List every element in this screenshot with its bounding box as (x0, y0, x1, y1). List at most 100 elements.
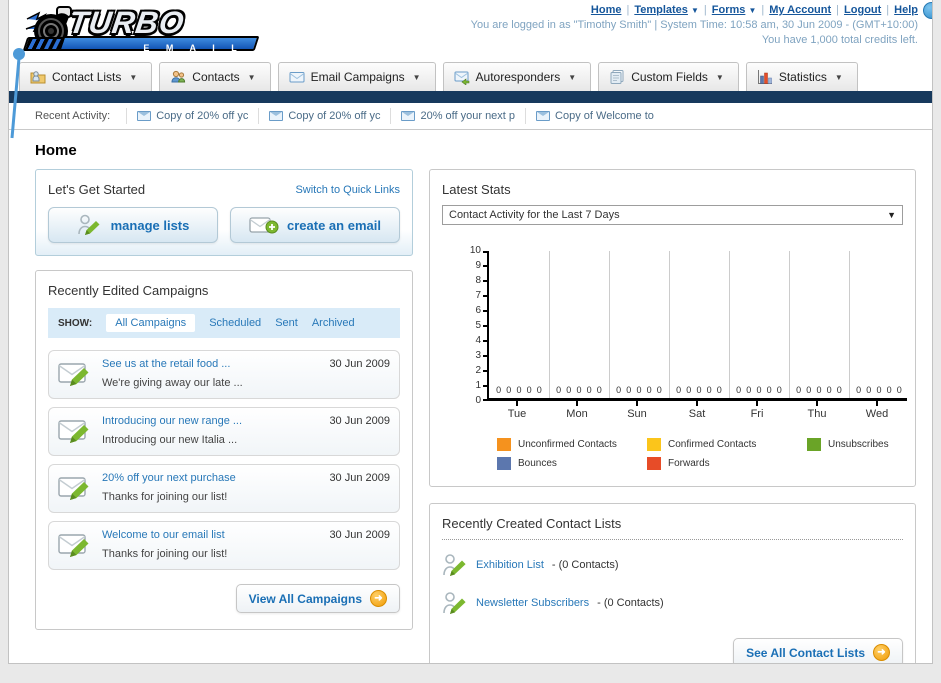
envelope-pencil-icon (58, 420, 89, 443)
tab-label: Contact Lists (52, 70, 122, 84)
x-axis-day-label: Mon (566, 408, 588, 420)
go-arrow-icon: ➜ (370, 590, 387, 607)
legend-item: Bounces (497, 457, 647, 470)
navy-divider-bar (9, 91, 932, 103)
logo-needle-icon (10, 48, 25, 139)
nav-link-help[interactable]: Help (894, 4, 918, 16)
stats-period-dropdown[interactable]: Contact Activity for the Last 7 Days ▼ (442, 205, 903, 225)
see-all-contact-lists-button[interactable]: See All Contact Lists ➜ (733, 638, 903, 663)
create-email-button[interactable]: create an email (230, 207, 400, 243)
campaign-date: 30 Jun 2009 (329, 358, 390, 370)
chart-day-value-group: 00000 (611, 385, 667, 395)
y-axis-tick-mark (483, 265, 487, 267)
page-title: Home (35, 142, 77, 159)
y-axis-tick-label: 8 (475, 275, 481, 286)
main-content: Home Let's Get Started Switch to Quick L… (9, 130, 932, 663)
chart-value-label: 0 (526, 385, 532, 395)
chart-value-label: 0 (856, 385, 862, 395)
recent-activity-item[interactable]: Copy of 20% off yc (126, 108, 258, 124)
email-envelope-icon (289, 72, 305, 83)
chart-value-label: 0 (736, 385, 742, 395)
chart-day-value-group: 00000 (671, 385, 727, 395)
tab-custom-fields[interactable]: Custom Fields ▼ (598, 62, 739, 91)
y-axis-tick-label: 10 (469, 245, 481, 256)
y-axis-tick-label: 6 (475, 305, 481, 316)
manage-lists-button[interactable]: manage lists (48, 207, 218, 243)
campaign-title-link[interactable]: Welcome to our email list (102, 529, 321, 541)
tab-statistics[interactable]: Statistics ▼ (745, 62, 858, 91)
filter-scheduled[interactable]: Scheduled (209, 317, 261, 329)
recent-activity-label: Recent Activity: (35, 110, 111, 122)
tab-autoresponders[interactable]: Autoresponders ▼ (442, 62, 592, 91)
campaign-title-link[interactable]: See us at the retail food ... (102, 358, 321, 370)
view-all-campaigns-button[interactable]: View All Campaigns ➜ (235, 584, 400, 613)
filter-all-campaigns[interactable]: All Campaigns (106, 314, 196, 332)
logged-in-status: You are logged in as "Timothy Smith" | S… (470, 19, 918, 31)
top-nav: Home | Templates ▼ | Forms ▼ | My Account | Logo… (590, 4, 918, 16)
envelope-icon (269, 111, 284, 121)
chart-value-label: 0 (806, 385, 812, 395)
legend-item: Unsubscribes (807, 438, 932, 451)
nav-link-home[interactable]: Home (591, 4, 622, 16)
recent-activity-item[interactable]: Copy of 20% off yc (258, 108, 390, 124)
chart-value-label: 0 (556, 385, 562, 395)
y-axis-tick-label: 4 (475, 335, 481, 346)
recent-activity-item[interactable]: 20% off your next p (390, 108, 525, 124)
tab-email-campaigns[interactable]: Email Campaigns ▼ (277, 62, 436, 91)
logo-text-email: E M A I L (143, 43, 244, 53)
envelope-pencil-icon (58, 363, 89, 386)
chart-x-ticks (487, 401, 907, 406)
chart-day-value-group: 00000 (551, 385, 607, 395)
legend-series-name: Unsubscribes (828, 439, 889, 450)
person-pencil-icon (77, 214, 100, 235)
nav-link-forms[interactable]: Forms (712, 4, 746, 16)
get-started-panel: Let's Get Started Switch to Quick Links … (35, 169, 413, 256)
contact-list-link[interactable]: Newsletter Subscribers (476, 597, 589, 609)
chart-value-label: 0 (496, 385, 502, 395)
chart-value-label: 0 (616, 385, 622, 395)
chart-legend: Unconfirmed Contacts Confirmed Contacts Un… (497, 438, 903, 470)
go-arrow-icon: ➜ (873, 644, 890, 661)
recent-activity-item[interactable]: Copy of Welcome to (525, 108, 664, 124)
envelope-icon (137, 111, 152, 121)
x-axis-tick-mark (696, 401, 698, 406)
person-pencil-icon (443, 592, 466, 614)
y-axis-tick-mark (483, 355, 487, 357)
y-axis-tick-label: 2 (475, 365, 481, 376)
contact-list-item: Newsletter Subscribers - (0 Contacts) (442, 584, 903, 622)
chart-day-value-group: 00000 (851, 385, 907, 395)
y-axis-tick-mark (483, 251, 487, 253)
legend-color-swatch (497, 438, 511, 451)
contact-list-count: - (0 Contacts) (551, 559, 619, 571)
legend-series-name: Forwards (668, 458, 710, 469)
dropdown-arrow-icon: ▼ (690, 6, 699, 15)
main-nav-tabs: Contact Lists ▼ Contacts ▼ Email Campaigns… (9, 62, 932, 91)
legend-item: Confirmed Contacts (647, 438, 807, 451)
contact-list-items: Exhibition List - (0 Contacts) Newsletter … (442, 546, 903, 622)
chart-x-labels: Tue Mon Sun Sat Fri Thu Wed (487, 408, 907, 420)
campaign-date: 30 Jun 2009 (329, 472, 390, 484)
envelope-pencil-icon (58, 477, 89, 500)
chart-value-label: 0 (696, 385, 702, 395)
chart-value-label: 0 (576, 385, 582, 395)
nav-link-my-account[interactable]: My Account (769, 4, 831, 16)
latest-stats-title: Latest Stats (442, 182, 511, 197)
nav-link-logout[interactable]: Logout (844, 4, 881, 16)
legend-color-swatch (497, 457, 511, 470)
campaign-title-link[interactable]: Introducing our new range ... (102, 415, 321, 427)
campaign-title-link[interactable]: 20% off your next purchase (102, 472, 321, 484)
tab-contact-lists[interactable]: Contact Lists ▼ (19, 62, 153, 91)
filter-archived[interactable]: Archived (312, 317, 355, 329)
contact-list-link[interactable]: Exhibition List (476, 559, 544, 571)
chart-day-value-group: 00000 (791, 385, 847, 395)
nav-link-templates[interactable]: Templates (634, 4, 688, 16)
campaign-list: See us at the retail food ... We're givin… (48, 350, 400, 570)
campaign-subtitle: Thanks for joining our list! (102, 491, 228, 503)
tab-contacts[interactable]: Contacts ▼ (159, 62, 271, 91)
chart-value-label: 0 (886, 385, 892, 395)
view-all-campaigns-label: View All Campaigns (248, 591, 362, 606)
switch-to-quick-links[interactable]: Switch to Quick Links (295, 184, 400, 196)
filter-sent[interactable]: Sent (275, 317, 298, 329)
chart-value-label: 0 (636, 385, 642, 395)
chart-gridline (789, 251, 790, 398)
